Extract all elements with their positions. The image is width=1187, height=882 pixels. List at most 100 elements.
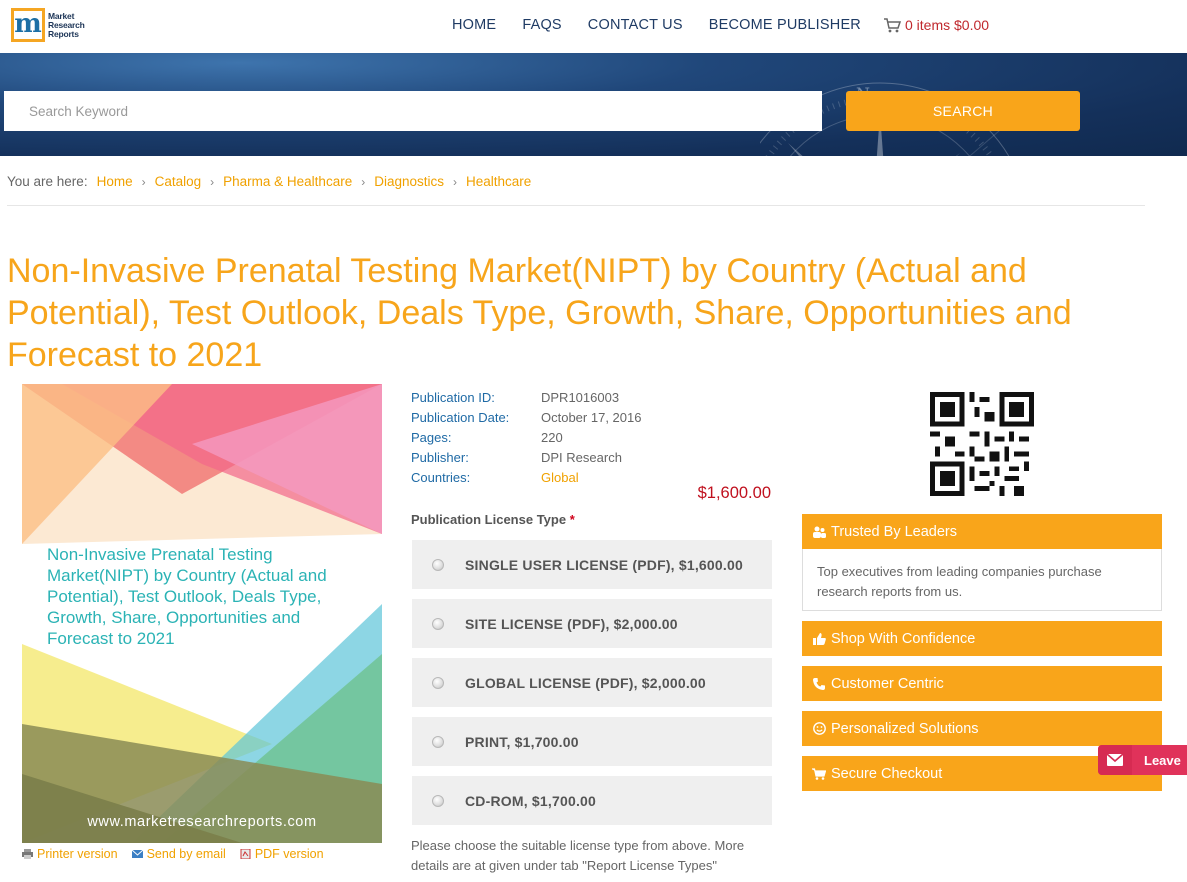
price: $1,600.00 [697,484,771,502]
radio-button[interactable] [432,794,444,807]
breadcrumb: You are here: Home › Catalog › Pharma & … [7,174,531,189]
license-option-label: SINGLE USER LICENSE (PDF), $1,600.00 [465,556,743,573]
license-option-label: CD-ROM, $1,700.00 [465,792,597,809]
report-cover-image: Non-Invasive Prenatal Testing Market(NIP… [22,384,382,843]
breadcrumb-healthcare[interactable]: Healthcare [466,174,531,189]
license-option-cd-rom[interactable]: CD-ROM, $1,700.00 [412,776,772,825]
radio-button[interactable] [432,558,444,571]
send-by-email-label: Send by email [146,847,226,861]
trusted-body: Top executives from leading companies pu… [802,549,1162,611]
breadcrumb-home[interactable]: Home [97,174,133,189]
breadcrumb-diagnostics[interactable]: Diagnostics [374,174,444,189]
meta-key: Countries: [411,469,471,485]
radio-button[interactable] [432,676,444,689]
meta-value: DPI Research [541,449,622,465]
shop-confidence-label: Shop With Confidence [831,630,976,647]
license-note: Please choose the suitable license type … [411,838,745,873]
chevron-right-icon: › [210,174,215,189]
meta-value: DPR1016003 [541,389,620,405]
customer-centric: Customer Centric [802,666,1162,701]
nav-home[interactable]: HOME [452,17,496,33]
meta-row: Publication ID: DPR1016003 [411,387,641,407]
pdf-version-label: PDF version [254,847,324,861]
personalized-solutions: Personalized Solutions [802,711,1162,746]
search-input[interactable]: Search Keyword [4,91,822,131]
printer-version-label: Printer version [37,847,118,861]
nav-faqs[interactable]: FAQS [522,17,561,33]
phone-icon [812,677,826,691]
secure-checkout-label: Secure Checkout [831,765,943,782]
cart-icon [884,17,901,32]
nav-contact-us[interactable]: CONTACT US [588,17,683,33]
radio-button[interactable] [432,735,444,748]
site-logo[interactable]: m Market Research Reports [11,6,93,44]
meta-key: Publisher: [411,449,469,465]
meta-row: Publisher: DPI Research [411,447,641,467]
printer-version-link[interactable]: Printer version [22,847,118,861]
radio-button[interactable] [432,617,444,630]
cover-url: www.marketresearchreports.com [87,814,317,830]
shop-confidence: Shop With Confidence [802,621,1162,656]
users-icon [812,525,826,539]
main-nav: HOME FAQS CONTACT US BECOME PUBLISHER [452,17,887,33]
meta-key: Pages: [411,429,452,445]
meta-row: Publication Date: October 17, 2016 [411,407,641,427]
required-marker: * [569,512,575,527]
logo-line-3: Reports [48,28,79,39]
qr-code [930,392,1034,496]
license-option-label: SITE LICENSE (PDF), $2,000.00 [465,615,678,632]
meta-value: 220 [541,429,563,445]
thumbs-up-icon [812,632,826,646]
logo-text: Market Research Reports [48,11,85,39]
cart-icon [812,767,826,781]
trusted-bar: Trusted By Leaders [802,514,1162,549]
license-option-print[interactable]: PRINT, $1,700.00 [412,717,772,766]
trusted-panel: Trusted By Leaders Top executives from l… [802,514,1162,611]
meta-key: Publication ID: [411,389,495,405]
logo-mark: m [11,8,45,42]
pdf-icon [240,849,251,859]
meta-row: Pages: 220 [411,427,641,447]
breadcrumb-prefix: You are here: [7,174,88,189]
page-title: Non-Invasive Prenatal Testing Market(NIP… [7,252,1072,374]
cover-title: Non-Invasive Prenatal Testing Market(NIP… [47,545,327,648]
cart-summary: 0 items $0.00 [905,17,990,33]
license-type-label: Publication License Type * [411,512,575,527]
trusted-title: Trusted By Leaders [831,523,957,540]
site-header: m Market Research Reports HOME FAQS CONT… [0,0,1187,53]
email-icon [131,849,143,858]
license-options: SINGLE USER LICENSE (PDF), $1,600.00 SIT… [412,540,772,835]
search-button[interactable]: SEARCH [846,91,1080,131]
chevron-right-icon: › [452,174,457,189]
leave-message-label: Leave [1144,752,1181,768]
license-option-site[interactable]: SITE LICENSE (PDF), $2,000.00 [412,599,772,648]
meta-row: Countries: Global [411,467,641,487]
personalized-solutions-label: Personalized Solutions [831,720,979,737]
cart-link[interactable]: 0 items $0.00 [884,17,989,33]
license-option-label: GLOBAL LICENSE (PDF), $2,000.00 [465,674,706,691]
envelope-icon [1098,745,1132,775]
leave-message-button[interactable]: Leave [1098,745,1187,775]
license-option-label: PRINT, $1,700.00 [465,733,579,750]
shop-confidence-bar: Shop With Confidence [802,621,1162,656]
smile-icon [812,722,826,736]
send-by-email-link[interactable]: Send by email [131,847,226,861]
breadcrumb-catalog[interactable]: Catalog [155,174,202,189]
breadcrumb-pharma-healthcare[interactable]: Pharma & Healthcare [223,174,352,189]
pdf-version-link[interactable]: PDF version [240,847,324,861]
cover-links: Printer version Send by email PDF versio… [22,847,324,861]
printer-icon [22,849,33,859]
chevron-right-icon: › [361,174,366,189]
chevron-right-icon: › [141,174,146,189]
customer-centric-bar: Customer Centric [802,666,1162,701]
meta-value: October 17, 2016 [541,409,642,425]
nav-become-publisher[interactable]: BECOME PUBLISHER [709,17,861,33]
publication-meta: Publication ID: DPR1016003 Publication D… [411,387,641,487]
license-option-global[interactable]: GLOBAL LICENSE (PDF), $2,000.00 [412,658,772,707]
license-type-text: Publication License Type [411,512,567,527]
divider [7,205,1145,206]
search-banner: N Search Keyword SEARCH [0,53,1187,156]
countries-link[interactable]: Global [541,470,579,485]
meta-key: Publication Date: [411,409,510,425]
license-option-single-user[interactable]: SINGLE USER LICENSE (PDF), $1,600.00 [412,540,772,589]
